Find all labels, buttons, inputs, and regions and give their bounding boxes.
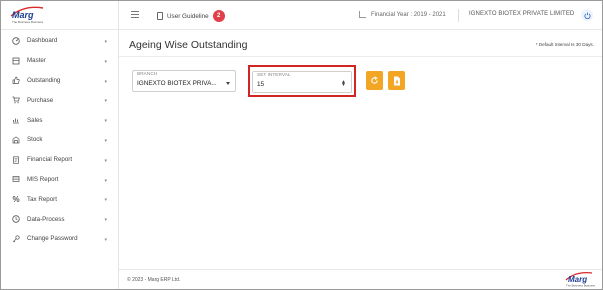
sidebar-item-label: Change Password xyxy=(27,235,78,243)
sidebar-item-purchase[interactable]: Purchase ▾ xyxy=(1,90,118,110)
sidebar-item-label: MIS Report xyxy=(27,175,59,183)
chevron-down-icon: ▾ xyxy=(104,137,107,144)
dashboard-icon xyxy=(11,36,21,46)
header-divider xyxy=(458,9,459,22)
footer-logo: Marg The Business Business xyxy=(565,272,596,288)
financial-year: Financial Year : 2019 - 2021 xyxy=(359,11,446,18)
default-interval-note: * Default Interval Is 30 Days. xyxy=(535,42,594,47)
chevron-down-icon: ▾ xyxy=(104,58,107,65)
refresh-icon xyxy=(371,76,378,84)
sidebar-item-label: Data-Process xyxy=(27,215,65,223)
branch-value: IGNEXTO BIOTEX PRIVA... xyxy=(137,80,217,87)
sidebar-item-label: Stock xyxy=(27,136,43,144)
sidebar-item-label: Financial Report xyxy=(27,156,73,164)
chevron-down-icon: ▾ xyxy=(104,78,107,85)
key-icon xyxy=(11,234,21,244)
sidebar-logo: Marg The Business Business xyxy=(1,1,118,30)
sales-icon xyxy=(11,115,21,125)
set-interval-value: 15 xyxy=(257,81,265,88)
guideline-count-badge: 2 xyxy=(212,10,225,22)
chevron-down-icon: ▾ xyxy=(104,98,107,105)
sidebar-item-outstanding[interactable]: Outstanding ▾ xyxy=(1,71,118,91)
spinner-icon[interactable]: ▲ ▼ xyxy=(341,80,346,88)
chevron-down-icon: ▾ xyxy=(104,157,107,164)
sidebar-item-sales[interactable]: Sales ▾ xyxy=(1,110,118,130)
chevron-down-icon: ▾ xyxy=(104,39,107,45)
branch-select[interactable]: BRANCH IGNEXTO BIOTEX PRIVA... xyxy=(132,70,236,92)
svg-text:The Business Business: The Business Business xyxy=(12,20,44,24)
sidebar-item-change-password[interactable]: Change Password ▾ xyxy=(1,229,118,249)
chevron-down-icon: ▾ xyxy=(104,236,107,243)
power-icon[interactable] xyxy=(581,9,593,21)
refresh-button[interactable] xyxy=(366,71,383,90)
sidebar-item-mis-report[interactable]: MIS Report ▾ xyxy=(1,170,118,190)
stock-icon xyxy=(11,135,21,145)
sidebar-item-label: Outstanding xyxy=(27,76,61,84)
sidebar-item-data-process[interactable]: Data-Process ▾ xyxy=(1,209,118,229)
clock-icon xyxy=(11,214,21,224)
percent-icon: % xyxy=(12,194,20,204)
sidebar-item-label: Dashboard xyxy=(27,37,58,45)
chart-icon xyxy=(359,11,366,18)
master-icon xyxy=(11,56,21,66)
sidebar-item-tax-report[interactable]: % Tax Report ▾ xyxy=(1,189,118,209)
company-name: IGNEXTO BIOTEX PRIVATE LIMITED xyxy=(469,11,575,17)
copyright-text: © 2023 - Marg ERP Ltd. xyxy=(127,277,181,283)
page-title: Ageing Wise Outstanding xyxy=(129,39,248,51)
marg-logo: Marg The Business Business xyxy=(10,6,44,24)
report-icon xyxy=(11,155,21,165)
thumbs-up-icon xyxy=(11,75,21,85)
set-interval-label: SET INTERVAL xyxy=(257,73,291,78)
financial-year-label: Financial Year : 2019 - 2021 xyxy=(371,11,446,18)
chevron-down-icon: ▾ xyxy=(104,197,107,204)
sidebar-item-label: Master xyxy=(27,57,46,65)
document-icon xyxy=(157,12,163,20)
export-excel-button[interactable] xyxy=(388,71,405,90)
sidebar-item-master[interactable]: Master ▾ xyxy=(1,51,118,71)
sidebar-item-label: Purchase xyxy=(27,96,54,104)
sidebar-item-label: Sales xyxy=(27,116,43,124)
chevron-down-icon: ▾ xyxy=(104,217,107,224)
title-divider xyxy=(119,56,602,57)
excel-file-icon xyxy=(393,76,400,85)
caret-down-icon xyxy=(226,82,230,85)
chevron-down-icon: ▾ xyxy=(104,118,107,125)
sidebar-item-financial-report[interactable]: Financial Report ▾ xyxy=(1,150,118,170)
sidebar-item-label: Tax Report xyxy=(27,195,57,203)
user-guideline-label: User Guideline xyxy=(167,12,209,20)
menu-toggle-icon[interactable] xyxy=(131,11,139,19)
top-header: User Guideline 2 Financial Year : 2019 -… xyxy=(119,1,602,30)
main-content: Ageing Wise Outstanding * Default Interv… xyxy=(119,30,602,269)
sidebar-item-dashboard[interactable]: Dashboard ▾ xyxy=(1,31,118,51)
cart-icon xyxy=(11,95,21,105)
svg-text:Marg: Marg xyxy=(12,10,34,20)
footer: © 2023 - Marg ERP Ltd. Marg The Business… xyxy=(119,269,602,289)
chevron-down-icon: ▾ xyxy=(104,177,107,184)
user-guideline-link[interactable]: User Guideline 2 xyxy=(157,10,225,22)
sidebar: Marg The Business Business Dashboard ▾ M… xyxy=(1,1,119,289)
mis-icon xyxy=(11,174,21,184)
sidebar-item-stock[interactable]: Stock ▾ xyxy=(1,130,118,150)
svg-text:The Business Business: The Business Business xyxy=(566,284,596,288)
set-interval-input[interactable]: SET INTERVAL 15 ▲ ▼ xyxy=(252,71,352,93)
sidebar-nav: Dashboard ▾ Master ▾ Outstanding ▾ Purch… xyxy=(1,30,118,249)
branch-label: BRANCH xyxy=(137,72,158,77)
